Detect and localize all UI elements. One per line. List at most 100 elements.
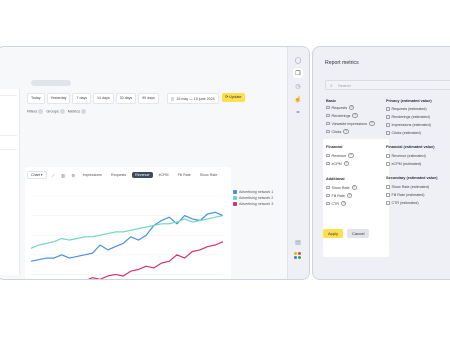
copy-icon[interactable]: ❐ xyxy=(293,68,303,78)
bar-chart-icon[interactable]: ▥ xyxy=(60,172,67,178)
metric-requests-estimated[interactable]: Requests (estimated) xyxy=(386,107,427,111)
checkbox[interactable] xyxy=(386,193,390,197)
update-button[interactable]: ⟳ Update xyxy=(222,93,245,102)
cancel-button[interactable]: Cancel xyxy=(347,229,370,238)
checkbox[interactable] xyxy=(326,113,330,118)
calendar-icon: ◫ xyxy=(171,96,175,101)
metric-label: CTR xyxy=(331,201,340,206)
legend-item[interactable]: Advertising network 3 xyxy=(233,201,273,207)
group-privacy: Privacy (estimated value) xyxy=(386,99,432,103)
filters-toggle[interactable]: Filters xyxy=(27,109,44,114)
checkbox[interactable] xyxy=(386,131,390,135)
preset-7-days[interactable]: 7 days xyxy=(72,93,92,104)
tab-fill-rate[interactable]: Fill Rate xyxy=(175,172,194,178)
preset-14-days[interactable]: 14 days xyxy=(93,93,114,104)
checkbox[interactable] xyxy=(326,161,330,166)
metric-show-rate[interactable]: Show Rate? xyxy=(326,185,357,191)
metric-fill-rate[interactable]: Fill Rate? xyxy=(326,193,353,199)
checkbox[interactable] xyxy=(326,153,330,158)
legend-label: Advertising network 1 xyxy=(239,190,274,194)
tab-revenue[interactable]: Revenue xyxy=(132,172,153,178)
settings-icon[interactable]: ⚙ xyxy=(70,172,77,178)
layout-icon[interactable]: ▤ xyxy=(293,237,303,247)
checkbox[interactable] xyxy=(326,105,330,110)
metric-label: eCPM xyxy=(331,161,342,166)
help-icon[interactable]: ? xyxy=(343,129,349,135)
help-icon[interactable]: ? xyxy=(351,185,357,191)
metrics-toggle[interactable]: Metrics xyxy=(68,109,87,114)
checkbox[interactable] xyxy=(386,201,390,205)
filter-row: Filters Groups Metrics xyxy=(27,109,87,114)
page-title-placeholder xyxy=(31,80,71,86)
app-grid-icon[interactable] xyxy=(294,252,302,260)
metrics-search-input[interactable]: ⌕ Search xyxy=(325,80,450,90)
preset-90-days[interactable]: 90 days xyxy=(138,93,159,104)
groups-toggle[interactable]: Groups xyxy=(46,109,65,114)
help-icon[interactable]: ? xyxy=(347,193,353,199)
tab-ecpm[interactable]: eCPM xyxy=(156,172,172,178)
link-icon[interactable]: ⚭ xyxy=(293,107,303,117)
preset-today[interactable]: Today xyxy=(27,93,45,104)
metric-renderings[interactable]: Renderings? xyxy=(326,113,358,119)
checkbox[interactable] xyxy=(326,129,330,134)
modal-title: Report metrics xyxy=(325,60,359,66)
group-basic: Basic xyxy=(326,99,337,103)
checkbox[interactable] xyxy=(386,123,390,127)
help-icon[interactable]: ? xyxy=(369,121,375,127)
metric-viewable-impressions[interactable]: Viewable impressions? xyxy=(326,121,375,127)
metric-ctr-estimated[interactable]: CTR (estimated) xyxy=(386,201,419,205)
right-icon-rail: ◯ ❐ ◷ ☝ ⚭ ▤ xyxy=(287,47,309,279)
revenue-line-chart xyxy=(30,195,224,279)
toggle-dot xyxy=(38,109,44,114)
metric-requests[interactable]: Requests? xyxy=(326,105,355,111)
help-icon[interactable]: ? xyxy=(349,105,355,111)
tab-impressions[interactable]: Impressions xyxy=(80,172,105,178)
series-line-1 xyxy=(30,211,224,262)
preset-yesterday[interactable]: Yesterday xyxy=(46,93,71,104)
group-financial: Financial xyxy=(326,145,343,149)
metric-renderings-estimated[interactable]: Renderings (estimated) xyxy=(386,115,430,119)
legend-label: Advertising network 2 xyxy=(239,196,274,200)
report-metrics-modal: Report metrics ⌕ Search Basic Requests? … xyxy=(312,46,450,280)
tab-requests[interactable]: Requests xyxy=(108,172,129,178)
checkbox[interactable] xyxy=(326,185,330,190)
metric-ecpm[interactable]: eCPM? xyxy=(326,161,350,167)
metric-clicks[interactable]: Clicks? xyxy=(326,129,349,135)
line-chart-icon[interactable]: ⟋ xyxy=(50,172,57,178)
metric-ecpm-estimated[interactable]: eCPM (estimated) xyxy=(386,162,421,166)
checkbox[interactable] xyxy=(326,201,330,206)
checkbox[interactable] xyxy=(386,162,390,166)
metric-label: Fill Rate (estimated) xyxy=(391,193,425,197)
metric-fill-rate-estimated[interactable]: Fill Rate (estimated) xyxy=(386,193,425,197)
metric-revenue[interactable]: Revenue? xyxy=(326,153,354,159)
user-icon[interactable]: ◯ xyxy=(293,55,303,65)
clock-icon[interactable]: ◷ xyxy=(293,81,303,91)
metric-clicks-estimated[interactable]: Clicks (estimated) xyxy=(386,131,421,135)
checkbox[interactable] xyxy=(326,193,330,198)
date-presets: Today Yesterday 7 days 14 days 30 days 9… xyxy=(27,93,159,104)
help-icon[interactable]: ? xyxy=(343,161,350,167)
checkbox[interactable] xyxy=(386,107,390,111)
help-icon[interactable]: ? xyxy=(341,201,347,207)
metric-label: Clicks xyxy=(331,129,342,134)
checkbox[interactable] xyxy=(326,121,330,126)
refresh-icon: ⟳ xyxy=(225,95,229,99)
metric-revenue-estimated[interactable]: Revenue (estimated) xyxy=(386,154,426,158)
help-icon[interactable]: ? xyxy=(348,153,354,159)
date-range-picker[interactable]: ◫ 15 may — 15 june 2024 xyxy=(167,93,219,104)
metric-label: Renderings xyxy=(331,113,351,118)
tab-show-rate[interactable]: Show Rate xyxy=(197,172,221,178)
checkbox[interactable] xyxy=(386,115,390,119)
legend-swatch xyxy=(233,196,237,200)
apply-button[interactable]: Apply xyxy=(323,229,344,238)
checkbox[interactable] xyxy=(386,154,390,158)
search-placeholder: Search xyxy=(338,83,351,88)
checkbox[interactable] xyxy=(386,185,390,189)
metric-ctr[interactable]: CTR? xyxy=(326,201,347,207)
help-icon[interactable]: ? xyxy=(352,113,358,119)
preset-30-days[interactable]: 30 days xyxy=(115,93,137,104)
thumb-icon[interactable]: ☝ xyxy=(293,94,303,104)
metric-impressions-estimated[interactable]: Impressions (estimated) xyxy=(386,123,431,127)
chart-type-select[interactable]: Chart ▾ xyxy=(27,171,47,179)
metric-show-rate-estimated[interactable]: Show Rate (estimated) xyxy=(386,185,429,189)
